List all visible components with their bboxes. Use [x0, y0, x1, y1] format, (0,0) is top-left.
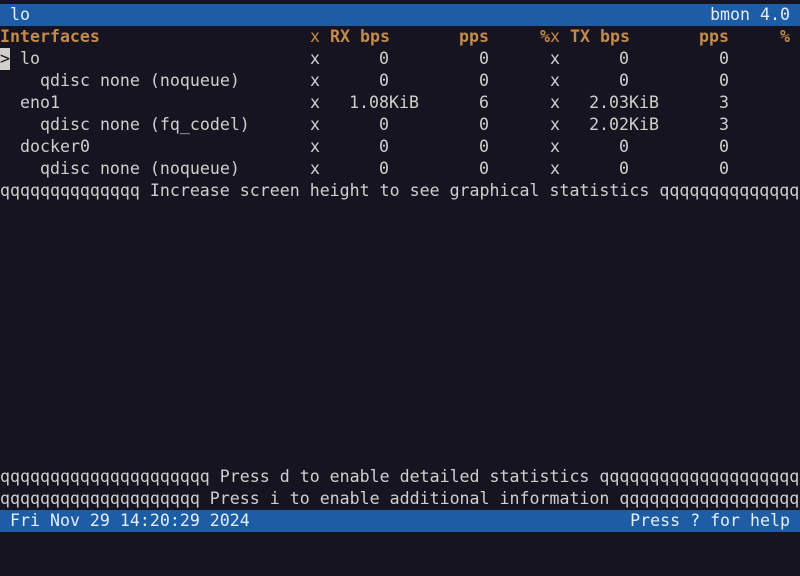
- tx-bps-value: 0: [619, 71, 629, 90]
- rx-pps-value: 0: [479, 159, 489, 178]
- tx-pps-value: 0: [719, 71, 729, 90]
- tx-pps-value: 0: [719, 49, 729, 68]
- column-separator: x: [310, 137, 320, 156]
- info-hint-text: qqqqqqqqqqqqqqqqqqqq Press i to enable a…: [0, 489, 800, 508]
- qdisc-name: qdisc none (noqueue): [40, 159, 240, 178]
- header-separator: x: [310, 27, 320, 46]
- column-separator: x: [550, 49, 560, 68]
- rx-percent-header: %: [540, 27, 550, 46]
- header-separator: x: [550, 27, 560, 46]
- column-separator: x: [550, 93, 560, 112]
- status-bar: Fri Nov 29 14:20:29 2024 Press ? for hel…: [0, 510, 800, 532]
- tx-percent-header: %: [780, 27, 790, 46]
- column-separator: x: [550, 137, 560, 156]
- rx-bps-value: 0: [379, 115, 389, 134]
- column-separator: x: [310, 115, 320, 134]
- rx-pps-header: pps: [459, 27, 489, 46]
- interface-row-lo[interactable]: > lo x 0 0 x 0 0: [0, 48, 800, 70]
- interface-row-docker0[interactable]: docker0 x 0 0 x 0 0: [0, 136, 800, 158]
- info-hint-line: qqqqqqqqqqqqqqqqqqqq Press i to enable a…: [0, 488, 800, 510]
- tx-pps-header: pps: [699, 27, 729, 46]
- qdisc-row-docker0[interactable]: qdisc none (noqueue) x 0 0 x 0 0: [0, 158, 800, 180]
- selection-cursor: >: [0, 48, 10, 70]
- tx-bps-value: 0: [619, 137, 629, 156]
- rx-bps-value: 0: [379, 49, 389, 68]
- title-bar: lo bmon 4.0: [0, 4, 800, 26]
- graph-hint-text: qqqqqqqqqqqqqq Increase screen height to…: [0, 181, 800, 200]
- datetime-label: Fri Nov 29 14:20:29 2024: [10, 511, 250, 530]
- interface-row-eno1[interactable]: eno1 x 1.08KiB 6 x 2.03KiB 3: [0, 92, 800, 114]
- rx-pps-value: 0: [479, 71, 489, 90]
- rx-bps-value: 0: [379, 137, 389, 156]
- column-separator: x: [310, 159, 320, 178]
- interfaces-header: Interfaces: [0, 27, 100, 46]
- interface-name: eno1: [20, 93, 60, 112]
- graph-hint-line: qqqqqqqqqqqqqq Increase screen height to…: [0, 180, 800, 202]
- tx-bps-header: TX bps: [570, 27, 630, 46]
- column-separator: x: [550, 71, 560, 90]
- column-separator: x: [550, 159, 560, 178]
- column-separator: x: [310, 93, 320, 112]
- details-hint-text: qqqqqqqqqqqqqqqqqqqqq Press d to enable …: [0, 467, 800, 486]
- column-separator: x: [310, 49, 320, 68]
- tx-bps-value: 0: [619, 49, 629, 68]
- rx-bps-value: 1.08KiB: [349, 93, 419, 112]
- interface-name: lo: [20, 49, 40, 68]
- qdisc-row-eno1[interactable]: qdisc none (fq_codel) x 0 0 x 2.02KiB 3: [0, 114, 800, 136]
- column-separator: x: [550, 115, 560, 134]
- column-separator: x: [310, 71, 320, 90]
- interface-name: docker0: [20, 137, 90, 156]
- current-interface-title: lo: [10, 5, 30, 24]
- rx-pps-value: 0: [479, 137, 489, 156]
- rx-pps-value: 0: [479, 49, 489, 68]
- details-hint-line: qqqqqqqqqqqqqqqqqqqqq Press d to enable …: [0, 466, 800, 488]
- qdisc-row-lo[interactable]: qdisc none (noqueue) x 0 0 x 0 0: [0, 70, 800, 92]
- rx-pps-value: 6: [479, 93, 489, 112]
- qdisc-name: qdisc none (noqueue): [40, 71, 240, 90]
- rx-pps-value: 0: [479, 115, 489, 134]
- rx-bps-header: RX bps: [330, 27, 390, 46]
- rx-bps-value: 0: [379, 71, 389, 90]
- tx-bps-value: 2.03KiB: [589, 93, 659, 112]
- rx-bps-value: 0: [379, 159, 389, 178]
- qdisc-name: qdisc none (fq_codel): [40, 115, 250, 134]
- tx-bps-value: 0: [619, 159, 629, 178]
- tx-pps-value: 3: [719, 93, 729, 112]
- tx-pps-value: 0: [719, 159, 729, 178]
- tx-bps-value: 2.02KiB: [589, 115, 659, 134]
- tx-pps-value: 0: [719, 137, 729, 156]
- help-hint: Press ? for help: [630, 511, 790, 530]
- tx-pps-value: 3: [719, 115, 729, 134]
- column-header: Interfaces x RX bps pps % x TX bps pps %: [0, 26, 800, 48]
- app-version-label: bmon 4.0: [710, 5, 790, 24]
